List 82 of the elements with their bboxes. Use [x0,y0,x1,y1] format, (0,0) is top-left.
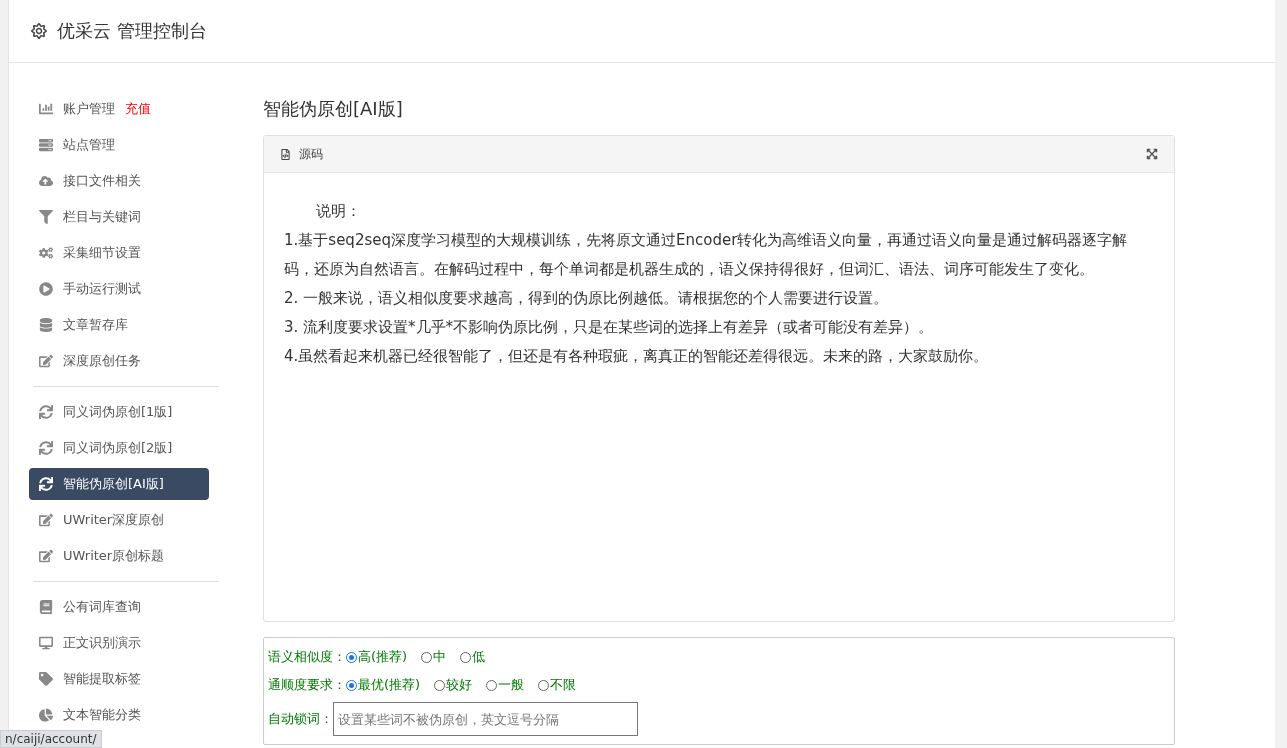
description-text: 3. 流利度要求设置*几乎*不影响伪原比例，只是在某些词的选择上有差异（或者可能没有差异）。 [284,317,935,338]
radio-button[interactable] [421,651,433,663]
sidebar-item[interactable]: 站点管理 [29,129,209,161]
radio-option[interactable]: 最优(推荐) [346,674,421,696]
file-code-icon [280,148,291,160]
radio-button[interactable] [486,679,498,691]
gears-icon [39,246,53,260]
sidebar-item-label: UWriter原创标题 [63,547,165,565]
database-icon [39,318,53,332]
panel-title: 源码 [299,145,323,163]
radio-option[interactable]: 中 [421,646,447,668]
edit-icon [39,549,53,563]
description-text: 说明： [315,201,362,222]
sidebar-item-label: 正文识别演示 [63,634,141,652]
sidebar-item-label: 文本智能分类 [63,706,141,724]
radio-option[interactable]: 不限 [538,674,577,696]
radio-option[interactable]: 较好 [434,674,473,696]
bar-chart-icon [39,102,53,116]
sidebar-item[interactable]: 智能伪原创[AI版] [29,468,209,500]
sidebar-item-label: 智能伪原创[AI版] [63,475,164,493]
sidebar-item-label: 智能提取标签 [63,670,141,688]
sidebar-item-label: UWriter深度原创 [63,511,165,529]
server-icon [39,138,53,152]
book-icon [39,600,53,614]
sidebar-item[interactable]: 文章暂存库 [29,309,209,341]
sidebar-item[interactable]: 接口文件相关 [29,165,209,197]
description-text: 2. 一般来说，语义相似度要求越高，得到的伪原比例越低。请根据您的个人需要进行设置。 [284,288,890,309]
sidebar-item-label: 深度原创任务 [63,352,141,370]
radio-button[interactable] [434,679,446,691]
filter-icon [39,210,53,224]
tag-icon [39,672,53,686]
sidebar-item[interactable]: 采集细节设置 [29,237,209,269]
sidebar-item-label: 接口文件相关 [63,172,141,190]
description-text: 1.基于seq2seq深度学习模型的大规模训练，先将原文通过Encoder转化为高维语义向量，再通过语义向量是通过解码器逐字解码，还原为自然语言。在解码过程中，每个单词都是机器生成的，语义保持得很好，但词汇、语法、词序可能发生了变化。 [284,230,1129,280]
sidebar-item-label: 站点管理 [63,136,115,154]
recharge-link[interactable]: 充值 [125,100,151,118]
sidebar-item[interactable]: 正文识别演示 [29,627,209,659]
status-url: n/caiji/account/ [0,730,102,748]
sidebar-item[interactable]: UWriter原创标题 [29,540,209,572]
input-field[interactable]: 设置某些词不被伪原创，英文逗号分隔 [333,702,638,736]
sidebar-item[interactable]: 同义词伪原创[1版] [29,396,209,428]
option-label: 通顺度要求： [268,676,346,694]
sidebar-item[interactable]: 栏目与关键词 [29,201,209,233]
pie-chart-icon [39,708,53,722]
fullscreen-icon[interactable] [1146,148,1158,160]
radio-button[interactable] [538,679,550,691]
sidebar-item[interactable]: 手动运行测试 [29,273,209,305]
radio-option[interactable]: 高(推荐) [346,646,408,668]
sidebar-item-label: 账户管理 [63,100,115,118]
sidebar-item-label: 手动运行测试 [63,280,141,298]
radio-button[interactable] [460,651,472,663]
refresh-icon [39,441,53,455]
description-text: 4.虽然看起来机器已经很智能了，但还是有各种瑕疵，离真正的智能还差得很远。未来的路，大家鼓励你。 [284,346,990,367]
edit-icon [39,513,53,527]
radio-option[interactable]: 一般 [486,674,525,696]
sidebar-item[interactable]: 同义词伪原创[2版] [29,432,209,464]
sidebar-item[interactable]: UWriter深度原创 [29,504,209,536]
monitor-icon [39,636,53,650]
settings-icon [31,23,47,39]
console-title: 优采云 管理控制台 [57,19,207,43]
page-title: 智能伪原创[AI版] [263,97,404,121]
radio-button[interactable] [346,679,357,691]
radio-button[interactable] [346,651,357,663]
radio-option[interactable]: 低 [460,646,486,668]
option-label: 语义相似度： [268,648,346,666]
play-icon [39,282,53,296]
refresh-icon [39,477,53,491]
sidebar-item-label: 采集细节设置 [63,244,141,262]
sidebar-item[interactable]: 账户管理 充值 [29,93,209,125]
sidebar-item[interactable]: 文本智能分类 [29,699,209,731]
sidebar-item[interactable]: 智能提取标签 [29,663,209,695]
cloud-upload-icon [39,174,53,188]
sidebar-item[interactable]: 深度原创任务 [29,345,209,377]
sidebar-item-label: 同义词伪原创[2版] [63,439,173,457]
sidebar-item-label: 公有词库查询 [63,598,141,616]
sidebar-item[interactable]: 公有词库查询 [29,591,209,623]
edit-icon [39,354,53,368]
refresh-icon [39,405,53,419]
sidebar-item-label: 文章暂存库 [63,316,128,334]
sidebar-item-label: 栏目与关键词 [63,208,141,226]
option-label: 自动锁词： [268,710,333,728]
sidebar-item-label: 同义词伪原创[1版] [63,403,173,421]
